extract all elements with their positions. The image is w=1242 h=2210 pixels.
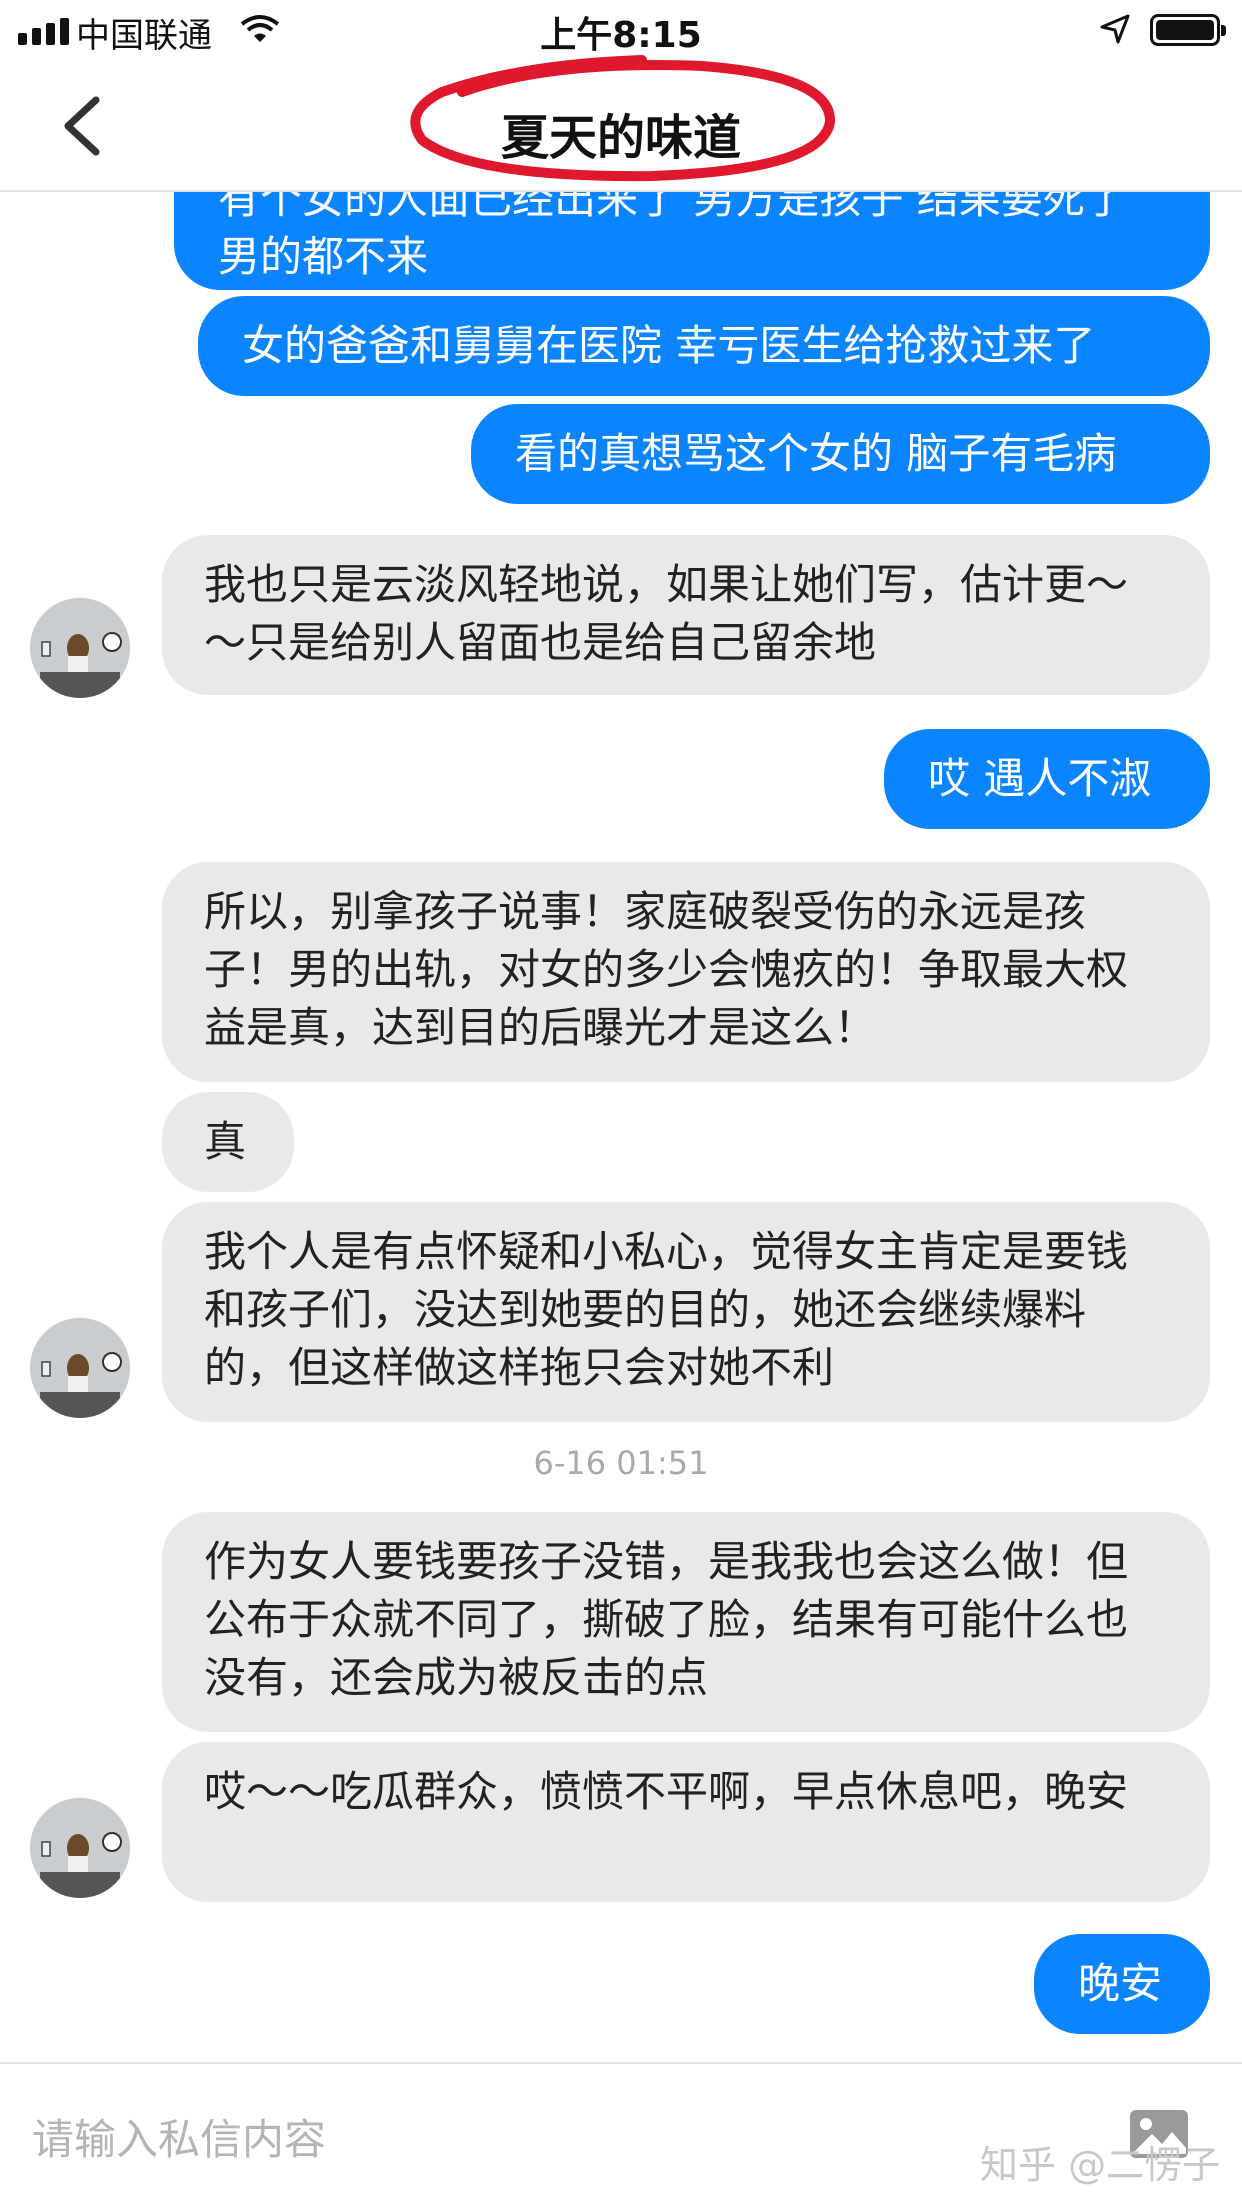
avatar-illustration <box>30 1798 130 1898</box>
battery-icon <box>1150 14 1226 46</box>
avatar[interactable] <box>30 1318 130 1418</box>
message-bubble-sent[interactable]: 晚安 <box>1034 1934 1210 2034</box>
message-bubble-received[interactable]: 我也只是云淡风轻地说，如果让她们写，估计更～～只是给别人留面也是给自己留余地 <box>162 535 1210 695</box>
message-bubble-sent[interactable]: 看的真想骂这个女的 脑子有毛病 <box>471 404 1210 504</box>
clock: 上午8:15 <box>540 15 702 56</box>
message-bubble-received[interactable]: 作为女人要钱要孩子没错，是我我也会这么做！但公布于众就不同了，撕破了脸，结果有可… <box>162 1512 1210 1732</box>
avatar[interactable] <box>30 598 130 698</box>
nav-bar: 夏天的味道 <box>0 55 1242 192</box>
message-bubble-received[interactable]: 哎～～吃瓜群众，愤愤不平啊，早点休息吧，晚安 <box>162 1742 1210 1902</box>
avatar[interactable] <box>30 1798 130 1898</box>
message-input[interactable] <box>30 2108 1034 2170</box>
chat-thread: 有个女的人面已经出来了 男方是孩子 结果要死了男的都不来 女的爸爸和舅舅在医院 … <box>0 192 1242 2062</box>
message-bubble-sent[interactable]: 有个女的人面已经出来了 男方是孩子 结果要死了男的都不来 <box>174 192 1210 290</box>
red-circle-annotation <box>410 55 835 182</box>
avatar-illustration <box>30 1318 130 1418</box>
location-arrow-icon <box>1100 14 1130 44</box>
message-bubble-received[interactable]: 真 <box>162 1092 294 1192</box>
message-bubble-sent[interactable]: 哎 遇人不淑 <box>884 729 1210 829</box>
message-bubble-received[interactable]: 所以，别拿孩子说事！家庭破裂受伤的永远是孩子！男的出轨，对女的多少会愧疚的！争取… <box>162 862 1210 1082</box>
message-input-bar: 知乎 @二愣子 <box>0 2062 1242 2210</box>
message-timestamp: 6-16 01:51 <box>533 1444 709 1482</box>
watermark: 知乎 @二愣子 <box>980 2143 1221 2187</box>
avatar-illustration <box>30 598 130 698</box>
message-bubble-sent[interactable]: 女的爸爸和舅舅在医院 幸亏医生给抢救过来了 <box>198 296 1210 396</box>
message-bubble-received[interactable]: 我个人是有点怀疑和小私心，觉得女主肯定是要钱和孩子们，没达到她要的目的，她还会继… <box>162 1202 1210 1422</box>
